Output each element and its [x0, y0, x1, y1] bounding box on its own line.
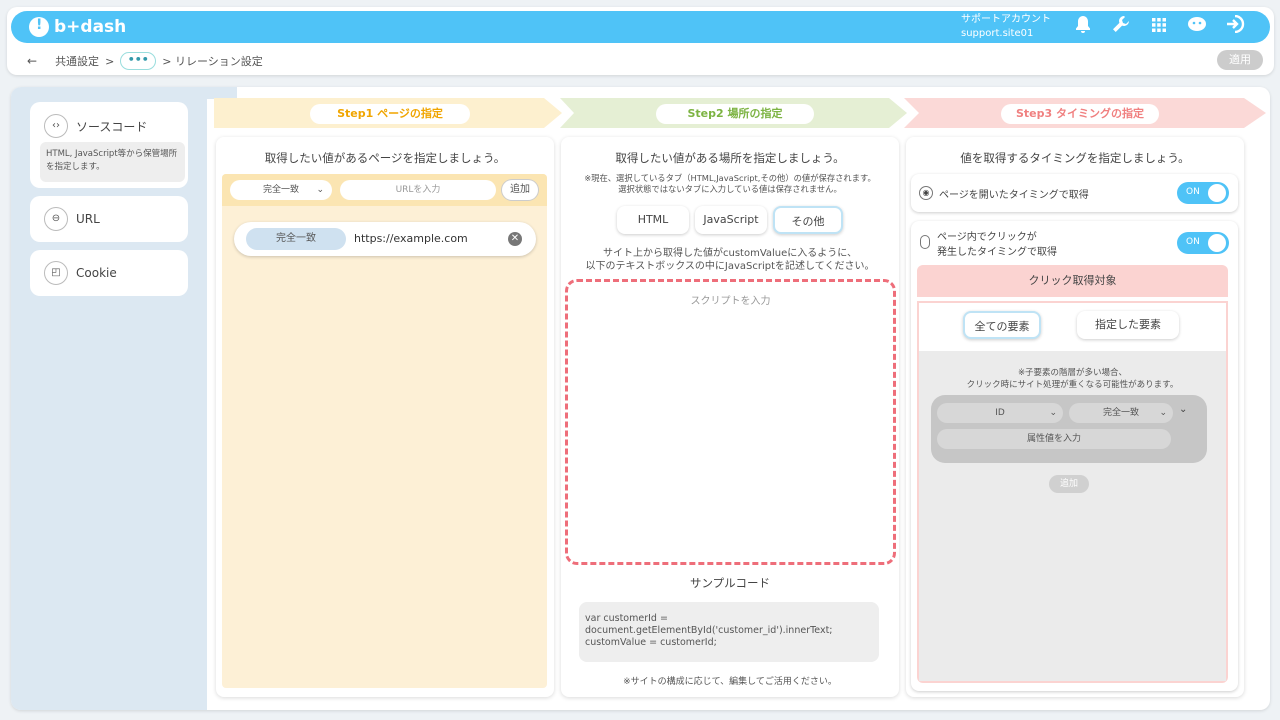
step3-label: Step3 タイミングの指定 [1001, 104, 1159, 124]
sample-code-block: var customerId = document.getElementById… [579, 602, 879, 662]
breadcrumb-separator: > [105, 54, 115, 68]
url-input[interactable]: URLを入力 [340, 180, 496, 200]
breadcrumb-common-settings[interactable]: 共通設定 [55, 53, 99, 69]
step1-label: Step1 ページの指定 [310, 104, 470, 124]
click-option-label: ページ内でクリックが 発生したタイミングで取得 [937, 230, 1057, 260]
sidebar-item-label: Cookie [76, 266, 117, 280]
sidebar-item-cookie[interactable]: ◰ Cookie [30, 250, 188, 296]
click-toggle[interactable]: ON [1177, 232, 1229, 254]
toggle-knob [1208, 234, 1226, 252]
url-row-match[interactable]: 完全一致 [246, 228, 346, 250]
apply-button[interactable]: 適用 [1217, 50, 1263, 70]
step3-panel: 値を取得するタイミングを指定しましょう。 ◉ ページを開いたタイミングで取得 O… [906, 137, 1244, 697]
page-open-toggle[interactable]: ON [1177, 182, 1229, 204]
chevron-down-icon: ⌄ [1159, 408, 1167, 418]
tab-all-elements[interactable]: 全ての要素 [963, 311, 1041, 339]
script-textarea[interactable]: スクリプトを入力 [565, 279, 896, 565]
grid-icon[interactable] [1147, 15, 1171, 39]
match-type-value: 完全一致 [262, 185, 299, 195]
sidebar-item-label: URL [76, 212, 100, 226]
account-id: support.site01 [961, 28, 1034, 39]
warning-line: クリック時にサイト処理が重くなる可能性があります。 [966, 380, 1179, 390]
url-row: 完全一致 https://example.com ✕ [234, 222, 536, 256]
tab-specified-elements[interactable]: 指定した要素 [1077, 311, 1179, 339]
account-info[interactable]: サポートアカウント support.site01 [961, 13, 1051, 41]
click-option-line: 発生したタイミングで取得 [937, 247, 1057, 258]
step2-label: Step2 場所の指定 [656, 104, 814, 124]
attribute-value-input[interactable]: 属性値を入力 [937, 429, 1171, 449]
warning-line: ※子要素の階層が多い場合、 [1017, 368, 1128, 378]
url-row-value: https://example.com [354, 232, 468, 245]
top-card: b+dash サポートアカウント support.site01 ← 共通設定 [7, 7, 1274, 75]
sample-code-line: var customerId = [585, 613, 668, 624]
step2-instr2: 以下のテキストボックスの中にJavaScriptを記述してください。 [585, 261, 875, 272]
sample-title: サンプルコード [690, 576, 770, 590]
toggle-text: ON [1186, 237, 1200, 247]
logo-text: b+dash [54, 17, 127, 37]
chevron-down-icon: ⌄ [1049, 408, 1057, 418]
eye-icon: ◉ [919, 186, 933, 200]
toggle-knob [1208, 184, 1226, 202]
page-open-option: ◉ ページを開いたタイミングで取得 ON [911, 174, 1238, 212]
logo[interactable]: b+dash [29, 17, 126, 37]
click-target-body: 全ての要素 指定した要素 ※子要素の階層が多い場合、 クリック時にサイト処理が重… [917, 301, 1228, 683]
chevron-down-icon: ⌄ [316, 185, 324, 195]
add-url-button[interactable]: 追加 [502, 180, 538, 200]
sidebar-item-desc: HTML, JavaScript等から保管場所を指定します。 [40, 142, 185, 182]
tab-javascript[interactable]: JavaScript [695, 206, 767, 234]
attribute-select[interactable]: ID ⌄ [937, 403, 1063, 423]
script-placeholder: スクリプトを入力 [690, 296, 771, 307]
attribute-match-value: 完全一致 [1102, 408, 1139, 418]
click-target-header: クリック取得対象 [917, 265, 1228, 297]
element-settings: ※子要素の階層が多い場合、 クリック時にサイト処理が重くなる可能性があります。 … [919, 351, 1226, 681]
sample-code-line: document.getElementById('customer_id').i… [585, 625, 833, 636]
step2-title: 取得したい値がある場所を指定しましょう。 [615, 151, 845, 165]
tab-other[interactable]: その他 [773, 206, 843, 234]
link-icon: ⊖ [44, 207, 68, 231]
cookie-icon: ◰ [44, 261, 68, 285]
breadcrumb-relation-settings: > リレーション設定 [162, 55, 263, 68]
step3-title: 値を取得するタイミングを指定しましょう。 [960, 151, 1190, 165]
attribute-row: ID ⌄ 完全一致 ⌄ ⌄ 属性値を入力 [931, 395, 1207, 463]
expand-chevron-icon[interactable]: ⌄ [1179, 404, 1187, 415]
code-icon: ‹› [44, 114, 68, 138]
logo-icon [29, 17, 49, 37]
attribute-value: ID [995, 408, 1005, 418]
bell-icon[interactable] [1071, 15, 1095, 39]
add-attribute-button[interactable]: 追加 [1049, 475, 1089, 493]
click-option: ページ内でクリックが 発生したタイミングで取得 ON クリック取得対象 全ての要… [911, 221, 1238, 691]
step1-panel: 取得したい値があるページを指定しましょう。 完全一致 ⌄ URLを入力 追加 完… [216, 137, 554, 697]
breadcrumb-more-button[interactable]: ••• [120, 52, 157, 70]
account-name: サポートアカウント [961, 14, 1051, 25]
breadcrumb: ← 共通設定 > ••• > リレーション設定 [27, 52, 263, 70]
sidebar-item-source-code[interactable]: ‹› ソースコード HTML, JavaScript等から保管場所を指定します。 [30, 102, 188, 188]
step2-panel: 取得したい値がある場所を指定しましょう。 ※現在、選択しているタブ（HTML,J… [561, 137, 899, 697]
step2-footer-note: ※サイトの構成に応じて、編集してご活用ください。 [623, 677, 837, 687]
sidebar-item-label: ソースコード [76, 120, 148, 134]
step1-body: 完全一致 ⌄ URLを入力 追加 完全一致 https://example.co… [222, 174, 547, 688]
step1-title: 取得したい値があるページを指定しましょう。 [264, 151, 506, 165]
header-bar: b+dash サポートアカウント support.site01 [11, 11, 1270, 43]
match-type-select[interactable]: 完全一致 ⌄ [230, 180, 332, 200]
tab-html[interactable]: HTML [617, 206, 689, 234]
remove-url-icon[interactable]: ✕ [508, 232, 522, 246]
click-option-line: ページ内でクリックが [937, 232, 1037, 243]
step2-note2: 選択状態ではないタブに入力している値は保存されません。 [618, 184, 842, 194]
sample-code-line: customValue = customerId; [585, 637, 717, 648]
attribute-match-select[interactable]: 完全一致 ⌄ [1069, 403, 1173, 423]
toggle-text: ON [1186, 187, 1200, 197]
wrench-icon[interactable] [1109, 15, 1133, 39]
logout-icon[interactable] [1223, 14, 1247, 39]
page-open-label: ページを開いたタイミングで取得 [939, 190, 1089, 201]
back-arrow-icon[interactable]: ← [27, 54, 37, 68]
mascot-icon[interactable] [1185, 15, 1209, 39]
sidebar-item-url[interactable]: ⊖ URL [30, 196, 188, 242]
mouse-icon [920, 235, 930, 249]
